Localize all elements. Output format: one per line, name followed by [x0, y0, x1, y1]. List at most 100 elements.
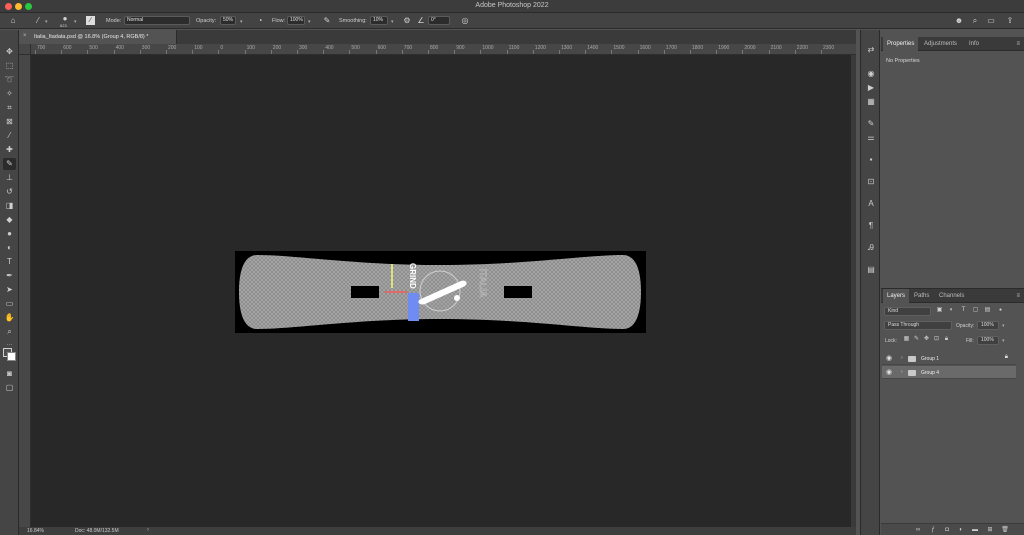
blend-mode-select[interactable]: Pass Through [884, 321, 952, 330]
home-icon[interactable]: ⌂ [8, 16, 18, 26]
opacity-field[interactable]: 50% [220, 16, 236, 25]
eraser-tool-icon[interactable]: ◨ [3, 200, 16, 212]
tab-info[interactable]: Info [965, 37, 983, 51]
new-group-icon[interactable]: ▬ [971, 526, 979, 534]
pressure-opacity-icon[interactable]: ◔ [255, 16, 265, 26]
layer-opacity-field[interactable]: 100% [977, 321, 999, 330]
zoom-tool-icon[interactable]: ⌕ [3, 326, 16, 338]
rectangle-tool-icon[interactable]: ▭ [3, 298, 16, 310]
chevron-right-icon[interactable]: › [901, 355, 903, 361]
horizontal-ruler[interactable]: 700 600 500 400 300 200 100 0 100 200 300 400 500 600… [31, 44, 856, 55]
document-canvas[interactable]: GRIND ITALIA [235, 251, 646, 333]
brush-tool-icon[interactable]: ✎ [3, 158, 16, 170]
link-layers-icon[interactable]: ∞ [914, 526, 922, 534]
swatches-icon[interactable]: ▦ [865, 96, 877, 107]
share-icon[interactable]: ⇪ [1005, 16, 1015, 26]
pen-tool-icon[interactable]: ✒ [3, 270, 16, 282]
airbrush-icon[interactable]: ✎ [322, 16, 332, 26]
history-brush-tool-icon[interactable]: ↺ [3, 186, 16, 198]
blur-tool-icon[interactable]: ● [3, 228, 16, 240]
trash-icon[interactable]: 🗑︎ [1001, 526, 1009, 534]
add-mask-icon[interactable]: ◘ [943, 526, 951, 534]
tab-properties[interactable]: Properties [883, 37, 919, 51]
share-user-icon[interactable]: ☻ [954, 16, 964, 26]
type-tool-icon[interactable]: T [3, 256, 16, 268]
lock-all-icon[interactable]: 🔒︎ [943, 336, 950, 343]
clone-stamp-tool-icon[interactable]: ⊥ [3, 172, 16, 184]
filter-smart-object-icon[interactable]: ▤ [984, 307, 991, 314]
tool-presets-icon[interactable]: ▪ [865, 154, 877, 165]
document-tab[interactable]: × Italia_Itadata.psd @ 16.8% (Group 4, R… [19, 30, 177, 44]
panel-menu-icon[interactable]: ≡ [1016, 41, 1020, 47]
chevron-down-icon[interactable]: ▾ [1002, 323, 1005, 329]
flow-field[interactable]: 100% [287, 16, 305, 25]
fill-field[interactable]: 100% [977, 336, 999, 345]
chevron-down-icon[interactable]: ▾ [391, 19, 394, 25]
paint-bucket-tool-icon[interactable]: ◆ [3, 214, 16, 226]
navigator-icon[interactable]: ⊡ [865, 176, 877, 187]
quick-selection-tool-icon[interactable]: ✧ [3, 88, 16, 100]
mode-select[interactable]: Normal [124, 16, 190, 25]
filter-type-icon[interactable]: T [960, 307, 967, 314]
gear-icon[interactable]: ⚙ [402, 16, 412, 26]
chevron-down-icon[interactable]: ▾ [45, 19, 48, 25]
filter-adjustment-icon[interactable]: ◐ [948, 307, 955, 314]
chevron-down-icon[interactable]: ▾ [1002, 338, 1005, 344]
history-icon[interactable]: ◉ [865, 68, 877, 79]
character-icon[interactable]: A [865, 198, 877, 209]
actions-icon[interactable]: ▶ [865, 82, 877, 93]
layer-row-group-4[interactable]: ◉ › Group 4 [882, 366, 1016, 379]
filter-kind-select[interactable]: Kind [884, 307, 931, 316]
zoom-level[interactable]: 16.84% [27, 528, 44, 534]
libraries-icon[interactable]: ⇄ [865, 44, 877, 55]
healing-brush-tool-icon[interactable]: ✚ [3, 144, 16, 156]
adjust-sliders-icon[interactable]: ⚌ [865, 132, 877, 143]
status-menu-arrow[interactable]: › [147, 527, 149, 533]
info-icon[interactable]: ▤ [865, 264, 877, 275]
tab-adjustments[interactable]: Adjustments [920, 37, 961, 51]
frame-tool-icon[interactable]: ⊠ [3, 116, 16, 128]
glyphs-icon[interactable]: Ꭿ [865, 242, 877, 253]
close-tab-icon[interactable]: × [23, 33, 27, 39]
filter-pixel-icon[interactable]: ▣ [936, 307, 943, 314]
chevron-down-icon[interactable]: ▾ [308, 19, 311, 25]
new-layer-icon[interactable]: ⊞ [986, 526, 994, 534]
workspace-icon[interactable]: ▭ [986, 16, 996, 26]
paragraph-icon[interactable]: ¶ [865, 220, 877, 231]
angle-field[interactable]: 0° [428, 16, 450, 25]
eye-icon[interactable]: ◉ [886, 368, 892, 376]
brush-tool-preset-icon[interactable]: ⁄ [33, 16, 43, 26]
eye-icon[interactable]: ◉ [886, 354, 892, 362]
move-tool-icon[interactable]: ✥ [3, 46, 16, 58]
pressure-size-icon[interactable]: ◎ [460, 16, 470, 26]
dodge-tool-icon[interactable]: ◐ [3, 242, 16, 254]
layer-row-group-1[interactable]: ◉ › Group 1 🔒︎ [882, 352, 1016, 365]
quick-mask-icon[interactable]: ◙ [3, 368, 16, 380]
crop-tool-icon[interactable]: ⌗ [3, 102, 16, 114]
background-color-swatch[interactable] [7, 352, 16, 361]
tab-paths[interactable]: Paths [910, 289, 933, 303]
adjustment-layer-icon[interactable]: ◐ [957, 526, 965, 534]
filter-toggle-icon[interactable]: ● [997, 307, 1004, 314]
lock-position-icon[interactable]: ✥ [923, 336, 930, 343]
eyedropper-tool-icon[interactable]: ⁄ [3, 130, 16, 142]
vertical-scrollbar[interactable] [851, 55, 856, 527]
brush-settings-icon[interactable]: ∕ [86, 16, 95, 25]
ruler-origin[interactable] [19, 44, 31, 55]
lock-image-icon[interactable]: ✎ [913, 336, 920, 343]
lasso-tool-icon[interactable]: ➰ [3, 74, 16, 86]
hand-tool-icon[interactable]: ✋ [3, 312, 16, 324]
panel-menu-icon[interactable]: ≡ [1016, 293, 1020, 299]
screen-mode-icon[interactable]: ▢ [3, 382, 16, 394]
chevron-down-icon[interactable]: ▾ [240, 19, 243, 25]
lock-transparent-icon[interactable]: ▦ [903, 336, 910, 343]
layer-style-icon[interactable]: ƒ [929, 526, 937, 534]
vertical-ruler[interactable] [19, 55, 31, 527]
search-icon[interactable]: ⌕ [970, 16, 980, 26]
chevron-right-icon[interactable]: › [901, 369, 903, 375]
marquee-tool-icon[interactable]: ⬚ [3, 60, 16, 72]
brushes-icon[interactable]: ✎ [865, 118, 877, 129]
smoothing-field[interactable]: 10% [370, 16, 388, 25]
filter-shape-icon[interactable]: ▢ [972, 307, 979, 314]
tab-channels[interactable]: Channels [935, 289, 968, 303]
